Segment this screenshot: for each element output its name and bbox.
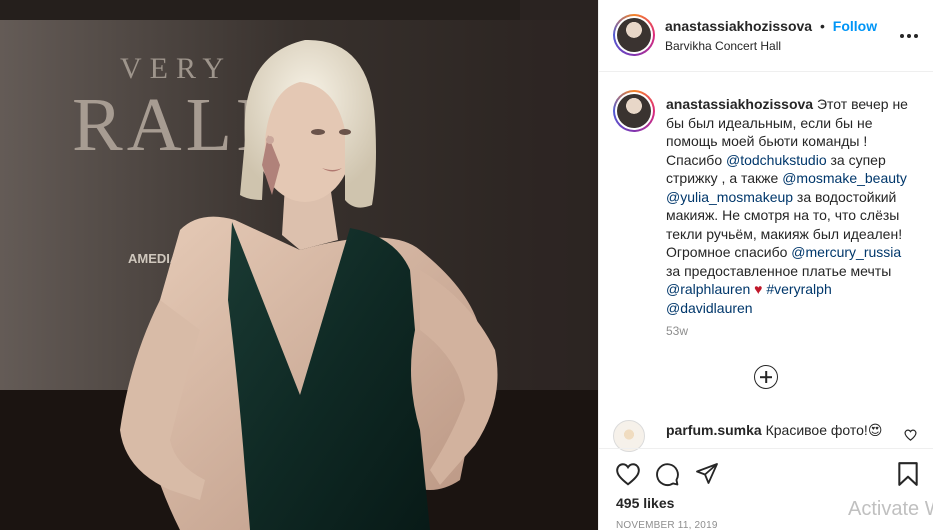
mention-link[interactable]: @yulia_mosmakeup bbox=[666, 189, 793, 205]
mention-link[interactable]: @mosmake_beauty bbox=[782, 170, 907, 186]
paper-plane-icon[interactable] bbox=[695, 462, 719, 491]
comment-text: Красивое фото! bbox=[761, 422, 868, 438]
header-separator: • bbox=[819, 18, 825, 34]
follow-button[interactable]: Follow bbox=[833, 18, 877, 34]
comment-icon[interactable] bbox=[655, 462, 680, 492]
mention-link[interactable]: @mercury_russia bbox=[791, 244, 901, 260]
caption-timestamp[interactable]: 53w bbox=[666, 324, 688, 338]
photo-illustration: VERY RALPH AMEDIAT bbox=[0, 0, 598, 530]
post-side-panel: anastassiakhozissova • Follow Barvikha C… bbox=[598, 0, 933, 530]
mention-link[interactable]: @todchukstudio bbox=[726, 152, 827, 168]
more-options-icon[interactable] bbox=[900, 28, 918, 44]
mention-link[interactable]: @ralphlauren bbox=[666, 281, 750, 297]
caption-avatar[interactable] bbox=[613, 90, 655, 132]
location-link[interactable]: Barvikha Concert Hall bbox=[665, 39, 781, 53]
author-avatar[interactable] bbox=[613, 14, 655, 56]
post-header: anastassiakhozissova • Follow Barvikha C… bbox=[599, 0, 933, 72]
bookmark-icon[interactable] bbox=[897, 461, 919, 492]
caption-username[interactable]: anastassiakhozissova bbox=[666, 96, 813, 112]
mention-link[interactable]: @davidlauren bbox=[666, 300, 753, 316]
post-photo[interactable]: VERY RALPH AMEDIAT bbox=[0, 0, 598, 530]
hashtag-link[interactable]: #veryralph bbox=[766, 281, 831, 297]
post-date: NOVEMBER 11, 2019 bbox=[616, 520, 718, 530]
activate-windows-watermark: Activate W bbox=[848, 498, 933, 520]
commenter-username[interactable]: parfum.sumka bbox=[666, 422, 762, 438]
comment-emoji: 😍 bbox=[867, 422, 883, 438]
likes-count[interactable]: 495 likes bbox=[616, 495, 674, 511]
sign-very: VERY bbox=[120, 52, 232, 85]
comment-heart-icon[interactable] bbox=[904, 428, 917, 446]
header-username[interactable]: anastassiakhozissova bbox=[665, 18, 812, 34]
caption-text: anastassiakhozissova Этот вечер не бы бы… bbox=[666, 96, 908, 316]
comment-row: parfum.sumka Красивое фото!😍 bbox=[613, 420, 923, 452]
heart-icon[interactable] bbox=[615, 462, 641, 491]
plus-circle-icon[interactable] bbox=[754, 365, 778, 389]
